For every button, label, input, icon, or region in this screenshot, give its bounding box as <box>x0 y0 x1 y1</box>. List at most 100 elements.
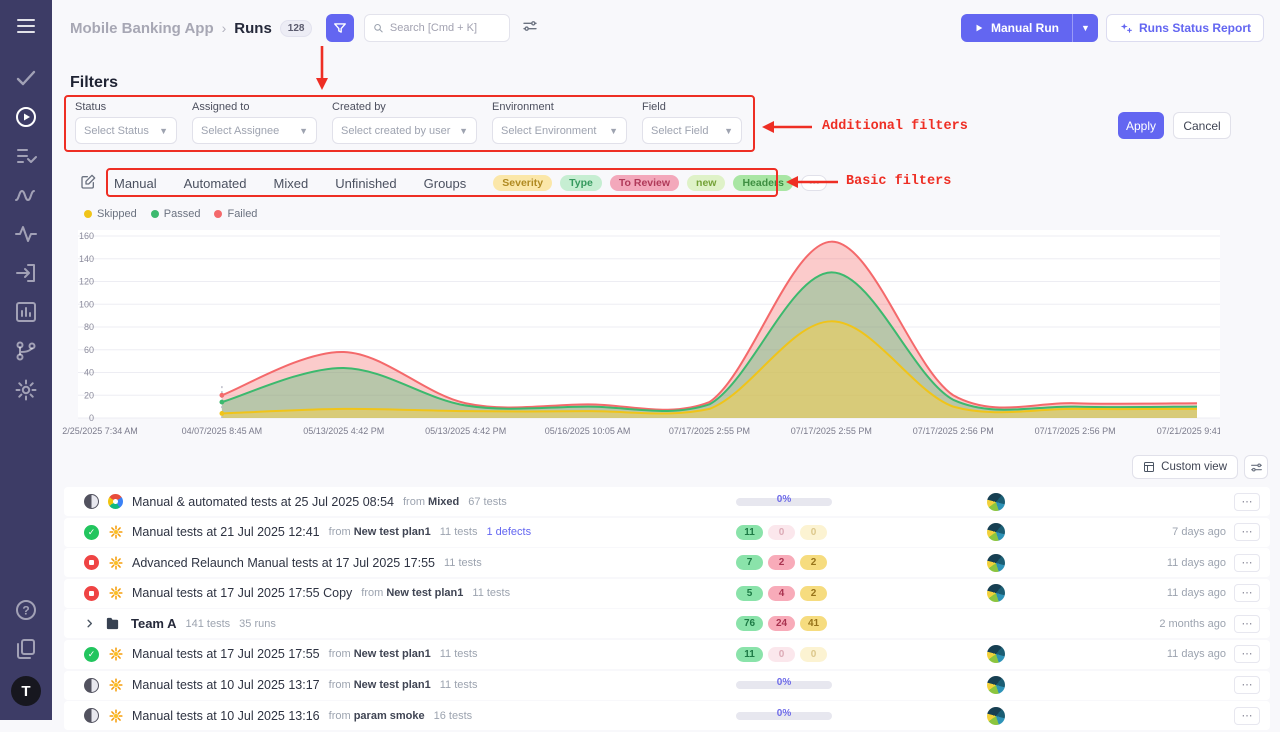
breadcrumb-project[interactable]: Mobile Banking App <box>70 20 214 37</box>
manual-run-caret[interactable]: ▼ <box>1072 14 1098 42</box>
run-row[interactable]: ✓Manual tests at 17 Jul 2025 17:55from N… <box>64 640 1270 669</box>
filter-select[interactable]: Select Environment ▼ <box>492 117 627 144</box>
run-row-left: Manual tests at 10 Jul 2025 13:17from Ne… <box>84 678 736 693</box>
run-row-left: Advanced Relaunch Manual tests at 17 Jul… <box>84 555 736 570</box>
status-passed-icon: ✓ <box>84 647 99 662</box>
more-button[interactable]: ⋯ <box>1234 676 1260 694</box>
tag-severity[interactable]: Severity <box>493 175 552 191</box>
legend-item-skipped[interactable]: Skipped <box>84 208 137 220</box>
defects-link[interactable]: 1 defects <box>486 526 531 538</box>
import-icon[interactable] <box>14 261 38 285</box>
legend-item-passed[interactable]: Passed <box>151 208 201 220</box>
branches-icon[interactable] <box>14 339 38 363</box>
custom-view-label: Custom view <box>1161 461 1227 473</box>
run-row-results: 542 <box>736 586 966 601</box>
runs-count: 35 runs <box>239 618 276 630</box>
more-button[interactable]: ⋯ <box>1234 707 1260 725</box>
chevron-down-icon: ▼ <box>159 126 168 136</box>
tab-mixed[interactable]: Mixed <box>274 176 309 191</box>
more-button[interactable]: ⋯ <box>1234 645 1260 663</box>
mixed-run-icon <box>108 494 123 509</box>
folder-icon <box>105 616 120 631</box>
filter-fields: Status Select Status ▼ Assigned to Selec… <box>75 101 757 144</box>
tab-manual[interactable]: Manual <box>114 176 157 191</box>
app-logo[interactable]: T <box>11 676 41 706</box>
run-title[interactable]: Manual tests at 17 Jul 2025 17:55 Copy <box>132 586 352 600</box>
run-row[interactable]: Manual tests at 10 Jul 2025 13:17from Ne… <box>64 671 1270 700</box>
search-box[interactable] <box>364 14 510 42</box>
run-title[interactable]: Manual tests at 10 Jul 2025 13:16 <box>132 709 320 723</box>
run-title[interactable]: Manual tests at 17 Jul 2025 17:55 <box>132 647 320 661</box>
manual-run-button[interactable]: Manual Run ▼ <box>961 14 1098 42</box>
run-row[interactable]: Manual & automated tests at 25 Jul 2025 … <box>64 487 1270 516</box>
tests-icon[interactable] <box>14 66 38 90</box>
more-tags-button[interactable]: ⋯ <box>801 175 828 191</box>
group-row[interactable]: Team A 141 tests 35 runs7624412 months a… <box>64 609 1270 638</box>
tab-unfinished[interactable]: Unfinished <box>335 176 396 191</box>
tab-groups[interactable]: Groups <box>424 176 467 191</box>
docs-icon[interactable] <box>14 637 38 661</box>
from-plan: Mixed <box>428 496 459 508</box>
run-row[interactable]: Manual tests at 17 Jul 2025 17:55 Copyfr… <box>64 579 1270 608</box>
filter-field-status: Status Select Status ▼ <box>75 101 177 144</box>
tag-headers[interactable]: Headers <box>733 175 792 191</box>
basic-filters-row: Manual Automated Mixed Unfinished Groups Seve… <box>114 175 835 191</box>
burst-icon <box>109 525 123 539</box>
svg-text:05/13/2025 4:42 PM: 05/13/2025 4:42 PM <box>425 426 506 436</box>
help-icon[interactable]: ? <box>14 598 38 622</box>
run-title[interactable]: Manual tests at 10 Jul 2025 13:17 <box>132 678 320 692</box>
chevron-right-icon[interactable] <box>84 618 96 629</box>
more-button[interactable]: ⋯ <box>1234 584 1260 602</box>
filter-select[interactable]: Select Status ▼ <box>75 117 177 144</box>
filter-select[interactable]: Select Assignee ▼ <box>192 117 317 144</box>
run-row[interactable]: Manual tests at 10 Jul 2025 13:16from pa… <box>64 701 1270 730</box>
more-button[interactable]: ⋯ <box>1234 615 1260 633</box>
test-plans-icon[interactable] <box>14 144 38 168</box>
run-row-results: 0% <box>736 681 966 689</box>
svg-text:80: 80 <box>84 322 94 332</box>
filter-field-label: Assigned to <box>192 101 317 113</box>
filter-select[interactable]: Select Field ▼ <box>642 117 742 144</box>
from-plan: New test plan1 <box>354 648 431 660</box>
tag-type[interactable]: Type <box>560 175 602 191</box>
run-title[interactable]: Manual & automated tests at 25 Jul 2025 … <box>132 495 394 509</box>
more-button[interactable]: ⋯ <box>1234 493 1260 511</box>
manual-run-label: Manual Run <box>991 21 1059 35</box>
from-plan: New test plan1 <box>354 526 431 538</box>
tag-to-review[interactable]: To Review <box>610 175 679 191</box>
tag-new[interactable]: new <box>687 175 725 191</box>
search-input[interactable] <box>390 22 502 34</box>
more-button[interactable]: ⋯ <box>1234 554 1260 572</box>
svg-text:07/17/2025 2:56 PM: 07/17/2025 2:56 PM <box>1035 426 1116 436</box>
run-title[interactable]: Advanced Relaunch Manual tests at 17 Jul… <box>132 556 435 570</box>
menu-icon[interactable] <box>14 14 38 38</box>
tests-count: 11 tests <box>472 587 510 599</box>
run-title[interactable]: Manual tests at 21 Jul 2025 12:41 <box>132 525 320 539</box>
view-settings-button[interactable] <box>1244 455 1268 479</box>
settings-icon[interactable] <box>14 378 38 402</box>
runs-status-report-button[interactable]: Runs Status Report <box>1106 14 1264 42</box>
custom-view-button[interactable]: Custom view <box>1132 455 1238 479</box>
compose-icon[interactable] <box>80 174 96 195</box>
cancel-button[interactable]: Cancel <box>1173 112 1231 139</box>
manual-run-icon <box>108 647 123 662</box>
result-count-badge: 24 <box>768 616 795 631</box>
adjustments-icon[interactable] <box>522 18 538 39</box>
filter-select[interactable]: Select created by user ▼ <box>332 117 477 144</box>
run-row[interactable]: Advanced Relaunch Manual tests at 17 Jul… <box>64 548 1270 577</box>
status-failed-icon <box>84 586 99 601</box>
manual-run-icon <box>108 586 123 601</box>
filter-button[interactable] <box>326 14 354 42</box>
group-title[interactable]: Team A <box>131 616 177 631</box>
pulse-icon[interactable] <box>14 222 38 246</box>
runs-icon[interactable] <box>14 105 38 129</box>
analytics-icon[interactable] <box>14 183 38 207</box>
tab-automated[interactable]: Automated <box>184 176 247 191</box>
legend-item-failed[interactable]: Failed <box>214 208 257 220</box>
run-row[interactable]: ✓Manual tests at 21 Jul 2025 12:41from N… <box>64 518 1270 547</box>
result-count-badge: 2 <box>800 586 827 601</box>
apply-button[interactable]: Apply <box>1118 112 1164 139</box>
filter-select-placeholder: Select created by user <box>341 125 450 137</box>
more-button[interactable]: ⋯ <box>1234 523 1260 541</box>
reports-icon[interactable] <box>14 300 38 324</box>
